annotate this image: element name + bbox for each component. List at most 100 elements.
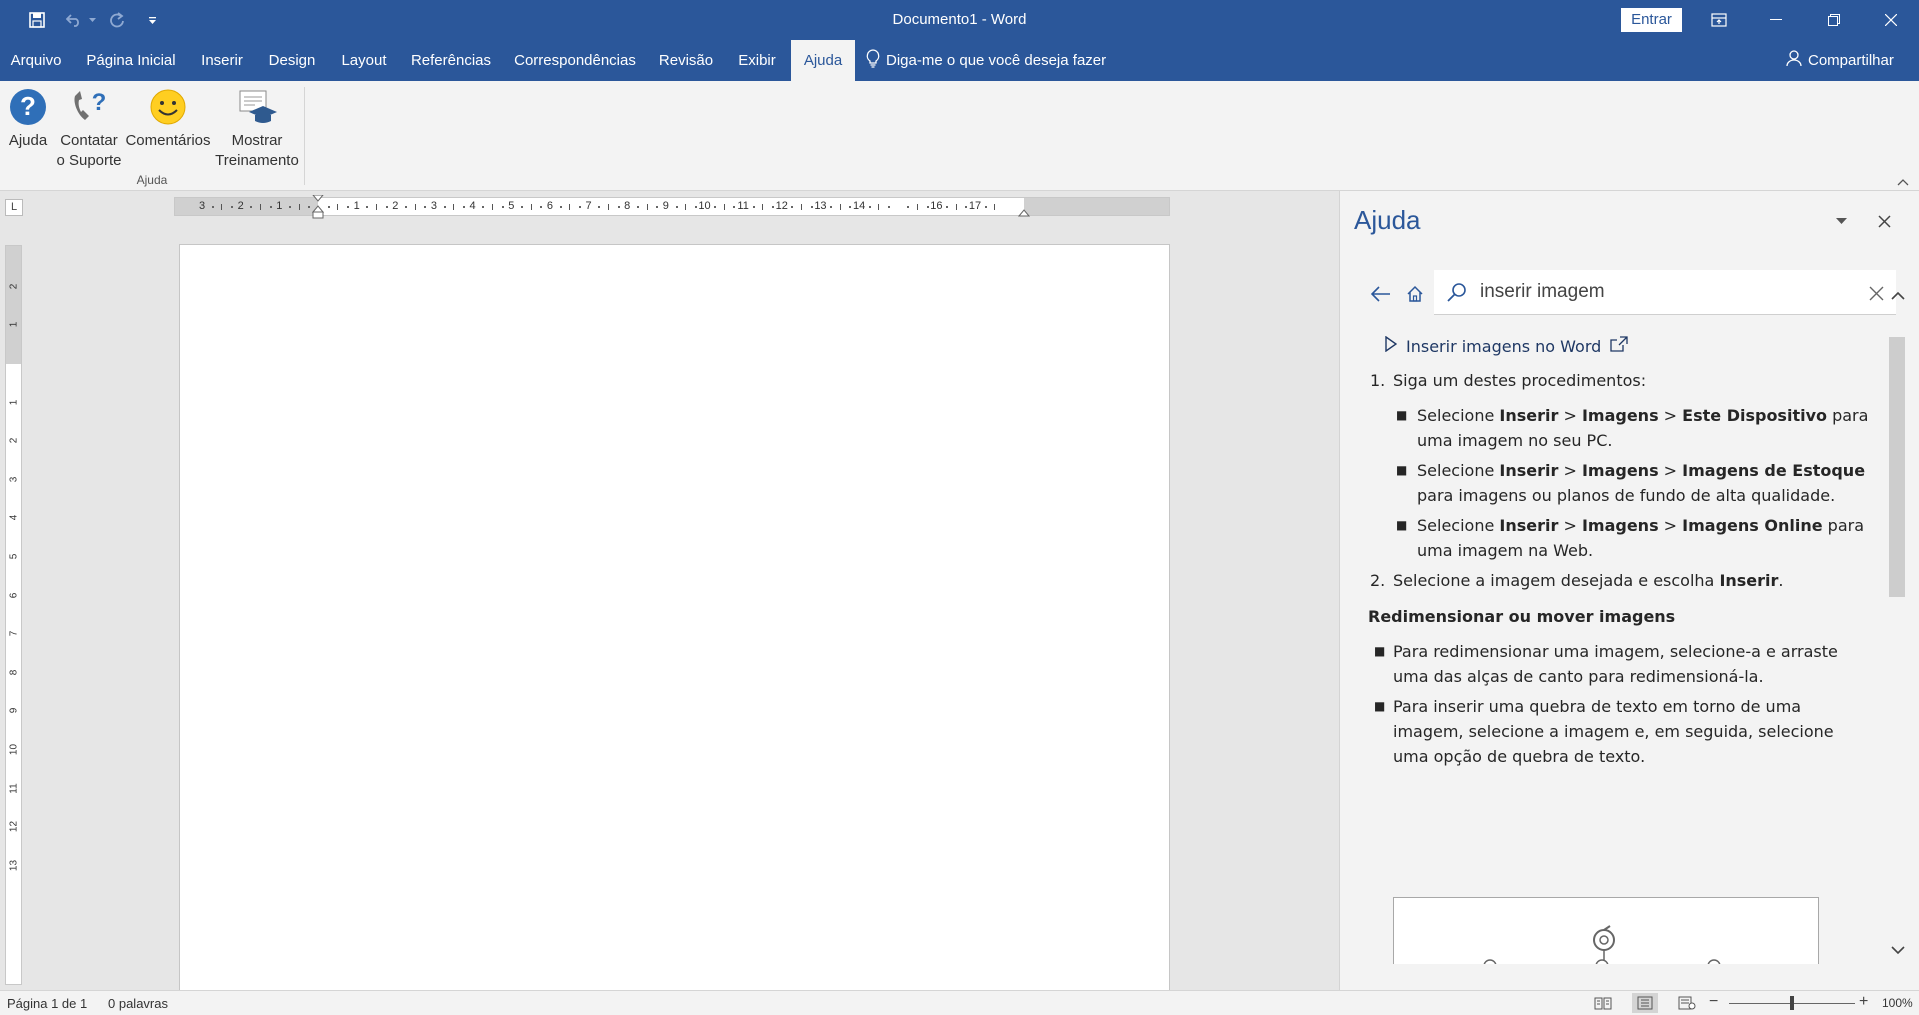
bullet-icon: ■ bbox=[1396, 463, 1408, 477]
ribbon: ? Ajuda ? Contatar o Suporte Comentários… bbox=[0, 81, 1919, 191]
ruler-tick bbox=[607, 204, 609, 210]
pane-options-icon[interactable] bbox=[1830, 213, 1852, 229]
ruler-tick bbox=[955, 204, 957, 210]
ruler-tick bbox=[375, 204, 377, 210]
external-link-icon bbox=[1610, 334, 1628, 359]
pane-scrollbar-thumb[interactable] bbox=[1889, 337, 1905, 597]
tell-me-search[interactable]: Diga-me o que você deseja fazer bbox=[866, 40, 1106, 81]
clear-search-icon[interactable] bbox=[1866, 283, 1886, 303]
indent-marker-icon[interactable] bbox=[312, 195, 324, 219]
vertical-ruler-number: 7 bbox=[8, 630, 20, 637]
sub-item-3: Selecione Inserir > Imagens > Imagens On… bbox=[1417, 516, 1865, 560]
horizontal-ruler[interactable]: 3 2 1 1 2 3 4 5 6 7 8 9 10 11 12 13 14 16 17 bbox=[174, 195, 1170, 219]
restore-icon[interactable] bbox=[1806, 0, 1862, 40]
ruler-tick bbox=[453, 204, 455, 210]
ruler-number: 5 bbox=[508, 200, 515, 212]
collapse-ribbon-icon[interactable] bbox=[1895, 175, 1911, 189]
page-count[interactable]: Página 1 de 1 bbox=[7, 996, 87, 1011]
help-article: Inserir imagens no Word 1. Siga um deste… bbox=[1340, 334, 1883, 964]
feedback-button[interactable]: Comentários bbox=[124, 87, 212, 151]
show-training-button[interactable]: Mostrar Treinamento bbox=[212, 87, 302, 171]
ruler-number: 16 bbox=[930, 200, 943, 212]
ruler-tick bbox=[221, 204, 223, 210]
tab-exibir[interactable]: Exibir bbox=[728, 40, 786, 81]
contact-support-button[interactable]: ? Contatar o Suporte bbox=[54, 87, 124, 171]
ruler-tick bbox=[772, 206, 775, 208]
customize-toolbar-icon[interactable] bbox=[142, 0, 162, 40]
scroll-down-icon[interactable] bbox=[1887, 938, 1909, 962]
ruler-tick bbox=[617, 206, 620, 208]
ribbon-display-options-icon[interactable] bbox=[1691, 0, 1747, 40]
tab-revisao[interactable]: Revisão bbox=[652, 40, 720, 81]
tab-inserir[interactable]: Inserir bbox=[192, 40, 252, 81]
web-layout-icon[interactable] bbox=[1674, 993, 1700, 1013]
ruler-tick bbox=[569, 204, 571, 210]
contact-support-label-1: Contatar bbox=[60, 132, 118, 149]
vertical-ruler-number: 13 bbox=[8, 859, 20, 871]
vertical-ruler[interactable]: 2 1 1 2 3 4 5 6 7 8 9 10 11 12 13 bbox=[5, 245, 22, 985]
help-search-input[interactable] bbox=[1480, 281, 1840, 303]
ruler-tick bbox=[965, 206, 968, 208]
tab-correspondencias[interactable]: Correspondências bbox=[506, 40, 644, 81]
tab-design[interactable]: Design bbox=[260, 40, 324, 81]
tab-pagina-inicial[interactable]: Página Inicial bbox=[78, 40, 184, 81]
lightbulb-icon bbox=[866, 49, 880, 72]
ruler-tick bbox=[260, 204, 262, 210]
back-arrow-icon[interactable] bbox=[1367, 280, 1395, 308]
step-number-2: 2. bbox=[1370, 571, 1386, 590]
sign-in-button[interactable]: Entrar bbox=[1621, 8, 1682, 32]
vertical-ruler-number: 3 bbox=[8, 476, 20, 483]
ruler-tick bbox=[646, 204, 648, 210]
ruler-tick bbox=[250, 206, 253, 208]
word-count[interactable]: 0 palavras bbox=[108, 996, 168, 1011]
ribbon-group-separator bbox=[304, 87, 305, 185]
tab-selector[interactable]: L bbox=[5, 199, 23, 216]
ruler-number: 1 bbox=[276, 200, 283, 212]
scroll-up-icon[interactable] bbox=[1887, 283, 1909, 307]
close-icon[interactable] bbox=[1863, 0, 1919, 40]
ruler-number: 10 bbox=[698, 200, 711, 212]
save-icon[interactable] bbox=[24, 0, 50, 40]
ruler-number: 17 bbox=[968, 200, 982, 212]
vertical-ruler-number: 1 bbox=[8, 322, 20, 328]
vertical-ruler-number: 4 bbox=[8, 515, 20, 521]
vertical-ruler-number: 2 bbox=[8, 437, 20, 444]
home-icon[interactable] bbox=[1401, 280, 1429, 308]
print-layout-icon[interactable] bbox=[1632, 993, 1658, 1013]
ruler-tick bbox=[211, 206, 214, 208]
undo-icon[interactable] bbox=[62, 0, 86, 40]
zoom-level[interactable]: 100% bbox=[1882, 996, 1913, 1010]
zoom-in-button[interactable]: + bbox=[1859, 994, 1868, 1010]
ruler-tick bbox=[308, 206, 311, 208]
minimize-icon[interactable] bbox=[1748, 0, 1804, 40]
read-mode-icon[interactable] bbox=[1590, 993, 1616, 1013]
redo-icon[interactable] bbox=[105, 0, 129, 40]
ruler-tick bbox=[994, 204, 996, 210]
tab-layout[interactable]: Layout bbox=[332, 40, 396, 81]
video-link[interactable]: Inserir imagens no Word bbox=[1385, 334, 1628, 359]
ruler-left-margin bbox=[175, 198, 318, 215]
ruler-number: 3 bbox=[430, 200, 437, 212]
right-indent-marker-icon[interactable] bbox=[1018, 208, 1030, 217]
ruler-tick bbox=[830, 206, 833, 208]
ruler-tick bbox=[298, 204, 300, 210]
tab-ajuda[interactable]: Ajuda bbox=[791, 40, 855, 81]
help-button[interactable]: ? Ajuda bbox=[6, 87, 50, 151]
zoom-slider-thumb[interactable] bbox=[1790, 996, 1794, 1010]
ruler-tick bbox=[762, 204, 764, 210]
pane-close-icon[interactable] bbox=[1871, 208, 1897, 234]
ruler-tick bbox=[385, 206, 388, 208]
ruler-tick bbox=[598, 206, 601, 208]
resize-bullet: Para redimensionar uma imagem, selecione… bbox=[1393, 642, 1838, 686]
document-page[interactable] bbox=[179, 244, 1170, 994]
zoom-out-button[interactable]: − bbox=[1709, 994, 1718, 1010]
ruler-number: 6 bbox=[546, 200, 553, 212]
tab-referencias[interactable]: Referências bbox=[404, 40, 498, 81]
ruler-tick bbox=[868, 206, 871, 208]
share-button[interactable]: Compartilhar bbox=[1786, 40, 1894, 81]
tab-arquivo[interactable]: Arquivo bbox=[0, 40, 72, 81]
play-icon bbox=[1385, 334, 1398, 359]
step-number-1: 1. bbox=[1370, 371, 1386, 390]
title-bar: Documento1 - Word Entrar bbox=[0, 0, 1919, 40]
undo-dropdown-icon[interactable] bbox=[86, 0, 98, 40]
